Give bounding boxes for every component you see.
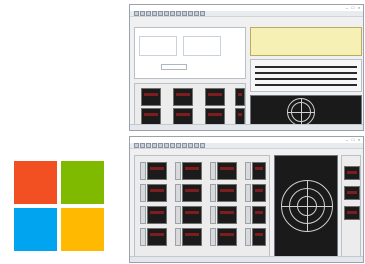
- tile-label: [210, 228, 216, 246]
- window-controls: – □ ×: [345, 138, 361, 142]
- signal-strip: [255, 84, 357, 86]
- data-table-panel: [250, 27, 362, 56]
- display-tile: [147, 206, 167, 224]
- display-tile: [235, 88, 245, 106]
- toolbar-button[interactable]: [188, 11, 193, 16]
- polar-plot: [274, 155, 338, 259]
- settings-field[interactable]: [161, 64, 187, 70]
- toolbar-button[interactable]: [200, 11, 205, 16]
- minimize-button[interactable]: –: [345, 6, 349, 10]
- toolbar: [130, 11, 363, 17]
- close-button[interactable]: ×: [357, 6, 361, 10]
- display-tile: [173, 88, 193, 106]
- display-tile: [147, 184, 167, 202]
- display-tile: [182, 184, 202, 202]
- toolbar-button[interactable]: [134, 11, 139, 16]
- tiles-panel: [134, 155, 270, 259]
- toolbar-button[interactable]: [200, 143, 205, 148]
- settings-group-left: [139, 36, 177, 56]
- polar-axis-vertical: [307, 180, 308, 232]
- signal-strips-panel: [250, 59, 362, 92]
- display-tile: [344, 186, 360, 200]
- display-tile: [182, 228, 202, 246]
- close-button[interactable]: ×: [357, 138, 361, 142]
- status-bar: [130, 256, 363, 262]
- status-bar: [130, 124, 363, 130]
- display-tile: [141, 88, 161, 106]
- toolbar-button[interactable]: [194, 11, 199, 16]
- signal-strip: [255, 78, 357, 80]
- display-tile: [217, 184, 237, 202]
- toolbar-button[interactable]: [134, 143, 139, 148]
- toolbar-button[interactable]: [188, 143, 193, 148]
- minimize-button[interactable]: –: [345, 138, 349, 142]
- toolbar-button[interactable]: [158, 143, 163, 148]
- display-tile: [252, 162, 266, 180]
- tile-label: [245, 184, 251, 202]
- tile-label: [210, 162, 216, 180]
- toolbar: [130, 143, 363, 149]
- toolbar-button[interactable]: [170, 143, 175, 148]
- tile-label: [175, 184, 181, 202]
- tile-label: [245, 228, 251, 246]
- display-tile: [344, 206, 360, 220]
- windows-logo: [14, 161, 104, 251]
- toolbar-button[interactable]: [140, 11, 145, 16]
- display-tile: [205, 88, 225, 106]
- logo-blue-square: [14, 208, 57, 251]
- display-tile: [344, 166, 360, 180]
- signal-strip: [255, 66, 357, 68]
- display-tile: [252, 206, 266, 224]
- settings-group-right: [183, 36, 221, 56]
- toolbar-button[interactable]: [158, 11, 163, 16]
- tiles-panel: [134, 83, 246, 127]
- toolbar-button[interactable]: [164, 143, 169, 148]
- display-tile: [217, 162, 237, 180]
- polar-plot: [250, 95, 362, 127]
- signal-strip: [255, 72, 357, 74]
- window-controls: – □ ×: [345, 6, 361, 10]
- toolbar-button[interactable]: [194, 143, 199, 148]
- toolbar-button[interactable]: [176, 143, 181, 148]
- tile-label: [175, 206, 181, 224]
- toolbar-button[interactable]: [170, 11, 175, 16]
- display-tile: [252, 184, 266, 202]
- toolbar-button[interactable]: [182, 11, 187, 16]
- tile-label: [140, 206, 146, 224]
- logo-red-square: [14, 161, 57, 204]
- logo-green-square: [61, 161, 104, 204]
- toolbar-button[interactable]: [146, 143, 151, 148]
- tile-label: [140, 162, 146, 180]
- tile-label: [175, 228, 181, 246]
- toolbar-button[interactable]: [182, 143, 187, 148]
- app-window-bottom: – □ ×: [129, 136, 364, 263]
- display-tile: [182, 206, 202, 224]
- app-window-top: – □ ×: [129, 4, 364, 131]
- maximize-button[interactable]: □: [351, 6, 355, 10]
- display-tile: [217, 228, 237, 246]
- tile-label: [245, 162, 251, 180]
- display-tile: [147, 162, 167, 180]
- settings-panel: [134, 27, 246, 79]
- display-tile: [147, 228, 167, 246]
- toolbar-button[interactable]: [176, 11, 181, 16]
- tile-label: [245, 206, 251, 224]
- toolbar-button[interactable]: [140, 143, 145, 148]
- toolbar-button[interactable]: [152, 143, 157, 148]
- display-tile: [217, 206, 237, 224]
- tile-label: [140, 228, 146, 246]
- side-panel: [341, 155, 361, 259]
- toolbar-button[interactable]: [164, 11, 169, 16]
- display-tile: [182, 162, 202, 180]
- tile-label: [210, 206, 216, 224]
- tile-label: [140, 184, 146, 202]
- maximize-button[interactable]: □: [351, 138, 355, 142]
- tile-label: [175, 162, 181, 180]
- polar-axis-vertical: [301, 98, 302, 126]
- logo-yellow-square: [61, 208, 104, 251]
- display-tile: [252, 228, 266, 246]
- toolbar-button[interactable]: [152, 11, 157, 16]
- tile-label: [210, 184, 216, 202]
- toolbar-button[interactable]: [146, 11, 151, 16]
